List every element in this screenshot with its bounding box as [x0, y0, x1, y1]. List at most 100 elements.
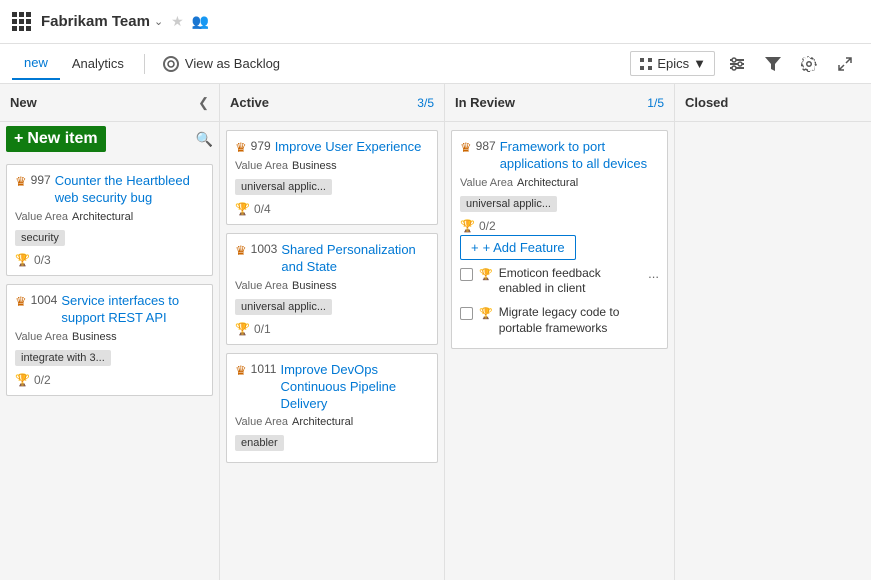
- value-area-type-979: Business: [292, 160, 337, 172]
- card-997[interactable]: ♛ 997 Counter the Heartbleed web securit…: [6, 164, 213, 276]
- grid-icon: [12, 12, 31, 31]
- card-1003-header: ♛ 1003 Shared Personalization and State: [235, 242, 429, 276]
- column-inreview-header: In Review 1/5: [445, 84, 674, 122]
- card-979[interactable]: ♛ 979 Improve User Experience Value Area…: [226, 130, 438, 225]
- card-987[interactable]: ♛ 987 Framework to port applications to …: [451, 130, 668, 349]
- new-item-label: New item: [27, 130, 97, 148]
- column-closed-header: Closed ❯: [675, 84, 871, 122]
- score-1004: 0/2: [34, 373, 51, 387]
- nav-right-actions: Epics ▼: [630, 50, 859, 78]
- value-area-type-987: Architectural: [517, 177, 578, 189]
- crown-icon-987: ♛: [460, 140, 472, 156]
- feature-ellipsis-icon-0[interactable]: ...: [648, 266, 659, 281]
- favorite-star-icon[interactable]: ★: [171, 13, 184, 30]
- feature-checkbox-1[interactable]: [460, 307, 473, 320]
- add-feature-plus-icon: +: [471, 240, 479, 255]
- card-1003-tag[interactable]: universal applic...: [235, 299, 332, 315]
- card-1004-header: ♛ 1004 Service interfaces to support RES…: [15, 293, 204, 327]
- column-settings-button[interactable]: [723, 50, 751, 78]
- value-area-label-997: Value Area: [15, 211, 68, 223]
- column-closed-body: [675, 122, 871, 580]
- backlog-circle-icon: [163, 56, 179, 72]
- trophy-icon-987: 🏆: [460, 219, 475, 233]
- value-area-label-1004: Value Area: [15, 331, 68, 343]
- card-979-tag[interactable]: universal applic...: [235, 179, 332, 195]
- value-area-label-987: Value Area: [460, 177, 513, 189]
- plus-icon: +: [14, 130, 23, 148]
- column-new-collapse-icon[interactable]: ❮: [198, 95, 209, 111]
- value-area-type-997: Architectural: [72, 211, 133, 223]
- card-997-id: 997: [31, 173, 51, 187]
- card-1003-id: 1003: [251, 242, 278, 256]
- nav-analytics[interactable]: Analytics: [60, 48, 136, 79]
- feature-trophy-icon-1: 🏆: [479, 307, 493, 320]
- card-1004-score: 🏆 0/2: [15, 373, 204, 387]
- feature-text-1: Migrate legacy code to portable framewor…: [499, 305, 659, 336]
- nav-view-backlog[interactable]: View as Backlog: [153, 50, 290, 78]
- value-area-type-1004: Business: [72, 331, 117, 343]
- crown-icon-997: ♛: [15, 174, 27, 190]
- crown-icon-1011: ♛: [235, 363, 247, 379]
- crown-icon-979: ♛: [235, 140, 247, 156]
- column-inreview-count: 1/5: [647, 96, 664, 110]
- card-1011-header: ♛ 1011 Improve DevOps Continuous Pipelin…: [235, 362, 429, 413]
- card-987-score: 🏆 0/2: [460, 219, 659, 233]
- trophy-icon-997: 🏆: [15, 253, 30, 267]
- card-987-id: 987: [476, 139, 496, 153]
- view-backlog-label: View as Backlog: [185, 56, 280, 71]
- card-997-tag[interactable]: security: [15, 230, 65, 246]
- column-inreview-title: In Review: [455, 95, 641, 110]
- value-area-label-979: Value Area: [235, 160, 288, 172]
- card-1004-tag[interactable]: integrate with 3...: [15, 350, 111, 366]
- card-1011[interactable]: ♛ 1011 Improve DevOps Continuous Pipelin…: [226, 353, 438, 464]
- value-area-type-1011: Architectural: [292, 416, 353, 428]
- kanban-board: New ❮ + New item 🔍 ♛ 997 Counter the Hea…: [0, 84, 871, 580]
- card-987-title[interactable]: Framework to port applications to all de…: [500, 139, 659, 173]
- card-1011-title[interactable]: Improve DevOps Continuous Pipeline Deliv…: [280, 362, 429, 413]
- nav-board[interactable]: new: [12, 47, 60, 80]
- card-1011-tag[interactable]: enabler: [235, 435, 284, 451]
- epics-button[interactable]: Epics ▼: [630, 51, 715, 76]
- column-active-count: 3/5: [417, 96, 434, 110]
- score-1003: 0/1: [254, 322, 271, 336]
- column-new-body: ♛ 997 Counter the Heartbleed web securit…: [0, 156, 219, 580]
- column-active-header: Active 3/5: [220, 84, 444, 122]
- card-997-value-area: Value Area Architectural: [15, 211, 204, 223]
- value-area-type-1003: Business: [292, 280, 337, 292]
- card-979-value-area: Value Area Business: [235, 160, 429, 172]
- card-1004-value-area: Value Area Business: [15, 331, 204, 343]
- column-new: New ❮ + New item 🔍 ♛ 997 Counter the Hea…: [0, 84, 220, 580]
- card-1011-id: 1011: [251, 362, 277, 376]
- card-979-title[interactable]: Improve User Experience: [275, 139, 422, 156]
- add-feature-button[interactable]: + + Add Feature: [460, 235, 576, 260]
- search-icon[interactable]: 🔍: [196, 131, 213, 148]
- column-inreview: In Review 1/5 ♛ 987 Framework to port ap…: [445, 84, 675, 580]
- value-area-label-1003: Value Area: [235, 280, 288, 292]
- trophy-icon-1003: 🏆: [235, 322, 250, 336]
- settings-button[interactable]: [795, 50, 823, 78]
- card-987-value-area: Value Area Architectural: [460, 177, 659, 189]
- column-active: Active 3/5 ♛ 979 Improve User Experience…: [220, 84, 445, 580]
- column-new-header: New ❮: [0, 84, 219, 122]
- expand-button[interactable]: [831, 50, 859, 78]
- team-name: Fabrikam Team: [41, 13, 150, 30]
- card-987-tag[interactable]: universal applic...: [460, 196, 557, 212]
- filter-button[interactable]: [759, 50, 787, 78]
- trophy-icon-979: 🏆: [235, 202, 250, 216]
- card-1004-title[interactable]: Service interfaces to support REST API: [61, 293, 204, 327]
- new-item-button[interactable]: + New item: [6, 126, 106, 152]
- feature-checkbox-0[interactable]: [460, 268, 473, 281]
- team-chevron-icon[interactable]: ⌄: [154, 15, 163, 28]
- epics-chevron-icon: ▼: [693, 56, 706, 71]
- card-1003-title[interactable]: Shared Personalization and State: [281, 242, 429, 276]
- card-979-header: ♛ 979 Improve User Experience: [235, 139, 429, 156]
- card-997-title[interactable]: Counter the Heartbleed web security bug: [55, 173, 204, 207]
- nav-bar: new Analytics View as Backlog Epics ▼: [0, 44, 871, 84]
- card-1003[interactable]: ♛ 1003 Shared Personalization and State …: [226, 233, 438, 345]
- nav-separator: [144, 54, 145, 74]
- card-1004[interactable]: ♛ 1004 Service interfaces to support RES…: [6, 284, 213, 396]
- people-icon[interactable]: 👥: [192, 13, 209, 30]
- card-987-header: ♛ 987 Framework to port applications to …: [460, 139, 659, 173]
- add-feature-label: + Add Feature: [483, 240, 565, 255]
- card-997-score: 🏆 0/3: [15, 253, 204, 267]
